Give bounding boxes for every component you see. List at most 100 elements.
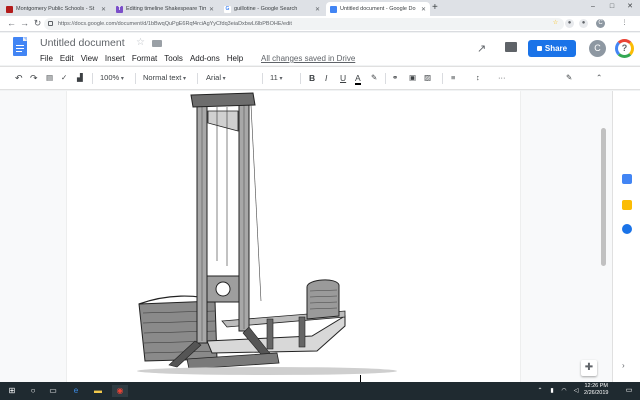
browser-tab-1[interactable]: Montgomery Public Schools - St ✕ [2,2,110,16]
browser-tab-3[interactable]: G guillotine - Google Search ✕ [220,2,324,16]
date-text: 2/26/2019 [584,390,609,396]
docs-logo-icon[interactable] [13,37,27,56]
taskbar-clock[interactable]: 12:26 PM 2/26/2019 [584,383,608,397]
text-color-button[interactable]: A [355,73,361,85]
close-tab-icon[interactable]: ✕ [421,6,426,13]
windows-start-icon[interactable]: ⊞ [6,385,18,397]
close-tab-icon[interactable]: ✕ [101,6,106,13]
tasks-icon[interactable] [622,224,632,234]
docs-header: Untitled document ☆ File Edit View Inser… [0,33,640,65]
forward-arrow-icon[interactable]: → [19,18,30,29]
file-explorer-icon[interactable]: ▬ [92,385,104,397]
url-text: https://docs.google.com/document/d/1bBwq… [58,21,292,27]
docs-favicon-icon [330,5,337,13]
lock-icon [48,21,53,26]
lock-icon [536,46,542,51]
minimize-button[interactable]: – [585,0,601,14]
highlight-pen-icon[interactable]: ✎ [371,73,377,83]
line-spacing-icon[interactable]: ↕ [476,73,480,83]
guillotine-image[interactable] [67,91,520,382]
italic-button[interactable]: I [325,73,327,83]
notifications-icon[interactable]: ▭ [624,385,634,397]
insert-image-icon[interactable]: ▨ [424,73,431,83]
side-panel: › [612,91,640,382]
more-options-button[interactable]: ··· [498,73,506,83]
menu-addons[interactable]: Add-ons [190,54,220,63]
vertical-scrollbar[interactable] [601,128,606,266]
undo-icon[interactable]: ↶ [15,73,23,83]
link-icon[interactable]: ⚭ [392,73,398,83]
reload-icon[interactable]: ↻ [32,18,43,29]
divider [135,73,136,84]
menu-bar: File Edit View Insert Format Tools Add-o… [40,54,250,63]
account-avatar[interactable]: C [589,40,606,57]
chrome-taskbar-icon[interactable]: ◉ [112,385,128,397]
extension-icon[interactable]: ● [579,19,588,28]
menu-tools[interactable]: Tools [164,54,183,63]
align-left-icon[interactable]: ≡ [451,73,455,83]
time-text: 12:26 PM [584,383,608,389]
divider [385,73,386,84]
keep-icon[interactable] [622,200,632,210]
maximize-button[interactable]: □ [604,0,620,14]
menu-view[interactable]: View [81,54,98,63]
close-window-button[interactable]: ✕ [622,0,638,14]
battery-icon[interactable]: ▮ [548,385,556,397]
document-title[interactable]: Untitled document [40,37,125,49]
zoom-select[interactable]: 100% [100,73,124,84]
print-icon[interactable]: ▤ [46,73,53,83]
font-select[interactable]: Arial [206,73,260,84]
menu-help[interactable]: Help [227,54,243,63]
tab-label: guillotine - Google Search [234,6,298,12]
share-button[interactable]: Share [528,40,576,57]
spellcheck-icon[interactable]: ✓ [61,73,67,83]
task-view-icon[interactable]: ▭ [48,385,58,397]
collapse-chevron-up-icon[interactable]: ⌃ [596,73,602,83]
formatting-toolbar: ↶ ↷ ▤ ✓ ▟ 100% Normal text Arial 11 B I … [0,66,640,90]
activity-trend-icon[interactable]: ↗ [477,42,486,55]
save-status[interactable]: All changes saved in Drive [261,54,355,63]
paint-format-icon[interactable]: ▟ [77,73,83,83]
document-canvas [0,91,612,382]
font-size-select[interactable]: 11 [270,73,282,84]
wifi-icon[interactable]: ◠ [560,385,568,397]
chrome-menu-icon[interactable]: ⋮ [620,19,629,28]
browser-tab-2[interactable]: T Editing timeline Shakespeare Tim ✕ [112,2,218,16]
star-icon[interactable]: ☆ [136,37,145,48]
tab-label: Editing timeline Shakespeare Tim [126,6,206,12]
close-tab-icon[interactable]: ✕ [315,6,320,13]
back-arrow-icon[interactable]: ← [6,18,17,29]
google-favicon-icon: G [224,5,231,13]
close-tab-icon[interactable]: ✕ [209,6,214,13]
redo-icon[interactable]: ↷ [30,73,38,83]
divider [197,73,198,84]
add-comment-icon[interactable]: ▣ [409,73,416,83]
menu-format[interactable]: Format [132,54,157,63]
underline-button[interactable]: U [340,73,346,83]
menu-file[interactable]: File [40,54,53,63]
comment-icon[interactable] [505,42,517,52]
divider [300,73,301,84]
profile-avatar-icon[interactable]: C [596,19,605,28]
share-label: Share [544,44,568,53]
network-icon[interactable]: ⌃ [536,385,544,397]
extension-icon[interactable]: ● [565,19,574,28]
new-tab-button[interactable]: + [432,2,438,13]
browser-tab-4-active[interactable]: Untitled document - Google Do ✕ [326,2,430,16]
editing-mode-pen-icon[interactable]: ✎ [566,73,572,83]
style-select[interactable]: Normal text [143,73,186,84]
explore-button[interactable]: ✚ [581,360,597,376]
calendar-icon[interactable] [622,174,632,184]
menu-insert[interactable]: Insert [105,54,125,63]
edge-browser-icon[interactable]: e [70,385,82,397]
menu-edit[interactable]: Edit [60,54,74,63]
url-bar[interactable]: https://docs.google.com/document/d/1bBwq… [44,18,564,30]
document-page[interactable] [67,91,520,382]
help-icon[interactable]: ? [615,39,634,58]
volume-icon[interactable]: ◁ [572,385,580,397]
star-bookmark-icon[interactable]: ☆ [551,19,560,28]
expand-chevron-right-icon[interactable]: › [622,361,632,371]
search-icon[interactable]: ○ [28,385,38,397]
bold-button[interactable]: B [309,73,315,83]
folder-icon[interactable] [152,40,162,47]
